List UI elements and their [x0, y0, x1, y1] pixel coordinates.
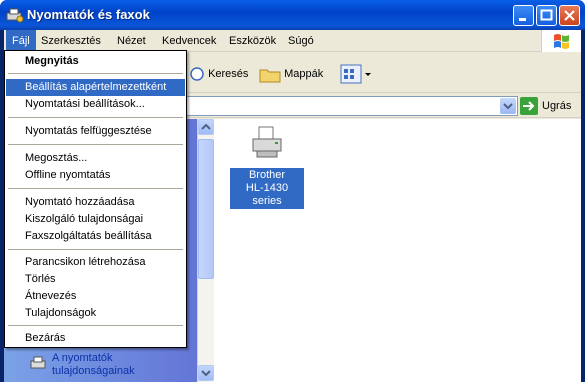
search-label: Keresés — [208, 68, 249, 80]
go-button[interactable]: Ugrás — [520, 96, 571, 116]
printer-name-line2: HL-1430 series — [245, 182, 289, 207]
maximize-button[interactable] — [536, 5, 557, 26]
main-window: Nyomtatók és faxok Fájl Szerkesztés Néze… — [0, 0, 585, 382]
close-icon — [564, 10, 575, 21]
scroll-down-button[interactable] — [198, 365, 214, 381]
file-menu-set-default[interactable]: Beállítás alapértelmezettként — [6, 79, 185, 96]
file-menu-rename[interactable]: Átnevezés — [6, 288, 185, 305]
folders-label: Mappák — [284, 68, 324, 80]
menu-separator — [8, 73, 183, 74]
menu-separator — [8, 117, 183, 118]
address-dropdown-button[interactable] — [500, 98, 516, 114]
windows-flag-icon — [554, 34, 569, 49]
printer-properties-icon — [30, 356, 46, 369]
printer-properties-link[interactable]: A nyomtatók tulajdonságainak — [52, 352, 135, 378]
menu-bar: Fájl Szerkesztés Nézet Kedvencek Eszközö… — [4, 30, 581, 52]
window-title: Nyomtatók és faxok — [27, 7, 150, 22]
scroll-thumb[interactable] — [198, 139, 214, 279]
folders-icon — [259, 69, 281, 83]
printer-properties-line2: tulajdonságainak — [52, 365, 135, 377]
search-icon — [190, 67, 204, 81]
file-menu-pause-printing[interactable]: Nyomtatás felfüggesztése — [6, 123, 185, 140]
file-menu-delete[interactable]: Törlés — [6, 271, 185, 288]
file-menu-add-printer[interactable]: Nyomtató hozzáadása — [6, 194, 185, 211]
file-view: Brother HL-1430 series — [214, 119, 581, 382]
maximize-icon — [540, 9, 553, 21]
file-menu-close[interactable]: Bezárás — [6, 330, 185, 347]
address-field[interactable] — [184, 96, 518, 116]
minimize-button[interactable] — [513, 5, 534, 26]
printer-item[interactable]: Brother HL-1430 series — [230, 125, 304, 209]
menu-tools[interactable]: Eszközök — [223, 30, 282, 52]
file-menu-create-shortcut[interactable]: Parancsikon létrehozása — [6, 254, 185, 271]
menu-help[interactable]: Súgó — [282, 30, 320, 52]
menu-separator — [8, 249, 183, 250]
scroll-up-button[interactable] — [198, 119, 214, 135]
views-icon — [340, 64, 371, 84]
windows-logo — [541, 30, 581, 52]
go-label: Ugrás — [542, 100, 572, 112]
views-button[interactable] — [340, 61, 372, 87]
menu-edit[interactable]: Szerkesztés — [35, 30, 107, 52]
menu-file[interactable]: Fájl — [6, 30, 36, 52]
menu-favorites[interactable]: Kedvencek — [156, 30, 222, 52]
menu-separator — [8, 325, 183, 326]
file-menu-properties[interactable]: Tulajdonságok — [6, 305, 185, 322]
go-arrow-icon — [520, 97, 538, 116]
vertical-scrollbar[interactable] — [197, 119, 214, 382]
file-menu-dropdown: Megnyitás Beállítás alapértelmezettként … — [4, 50, 187, 348]
printer-name-line1: Brother — [248, 169, 286, 181]
chevron-up-icon — [201, 123, 211, 130]
printer-folder-icon — [6, 8, 24, 23]
printer-properties-line1: A nyomtatók — [52, 352, 113, 364]
chevron-down-icon — [201, 370, 211, 377]
menu-view[interactable]: Nézet — [111, 30, 152, 52]
close-button[interactable] — [559, 5, 580, 26]
folders-button[interactable]: Mappák — [259, 61, 323, 87]
chevron-down-icon — [503, 103, 513, 110]
file-menu-open[interactable]: Megnyitás — [6, 53, 185, 70]
file-menu-fax-setup[interactable]: Faxszolgáltatás beállítása — [6, 228, 185, 245]
printer-label: Brother HL-1430 series — [230, 168, 304, 209]
file-menu-sharing[interactable]: Megosztás... — [6, 150, 185, 167]
file-menu-server-properties[interactable]: Kiszolgáló tulajdonságai — [6, 211, 185, 228]
menu-separator — [8, 144, 183, 145]
minimize-icon — [519, 18, 526, 21]
file-menu-offline[interactable]: Offline nyomtatás — [6, 167, 185, 184]
menu-separator — [8, 188, 183, 189]
title-bar[interactable]: Nyomtatók és faxok — [0, 0, 585, 30]
printer-icon — [252, 126, 282, 158]
search-button[interactable]: Keresés — [189, 61, 248, 87]
file-menu-printing-preferences[interactable]: Nyomtatási beállítások... — [6, 96, 185, 113]
